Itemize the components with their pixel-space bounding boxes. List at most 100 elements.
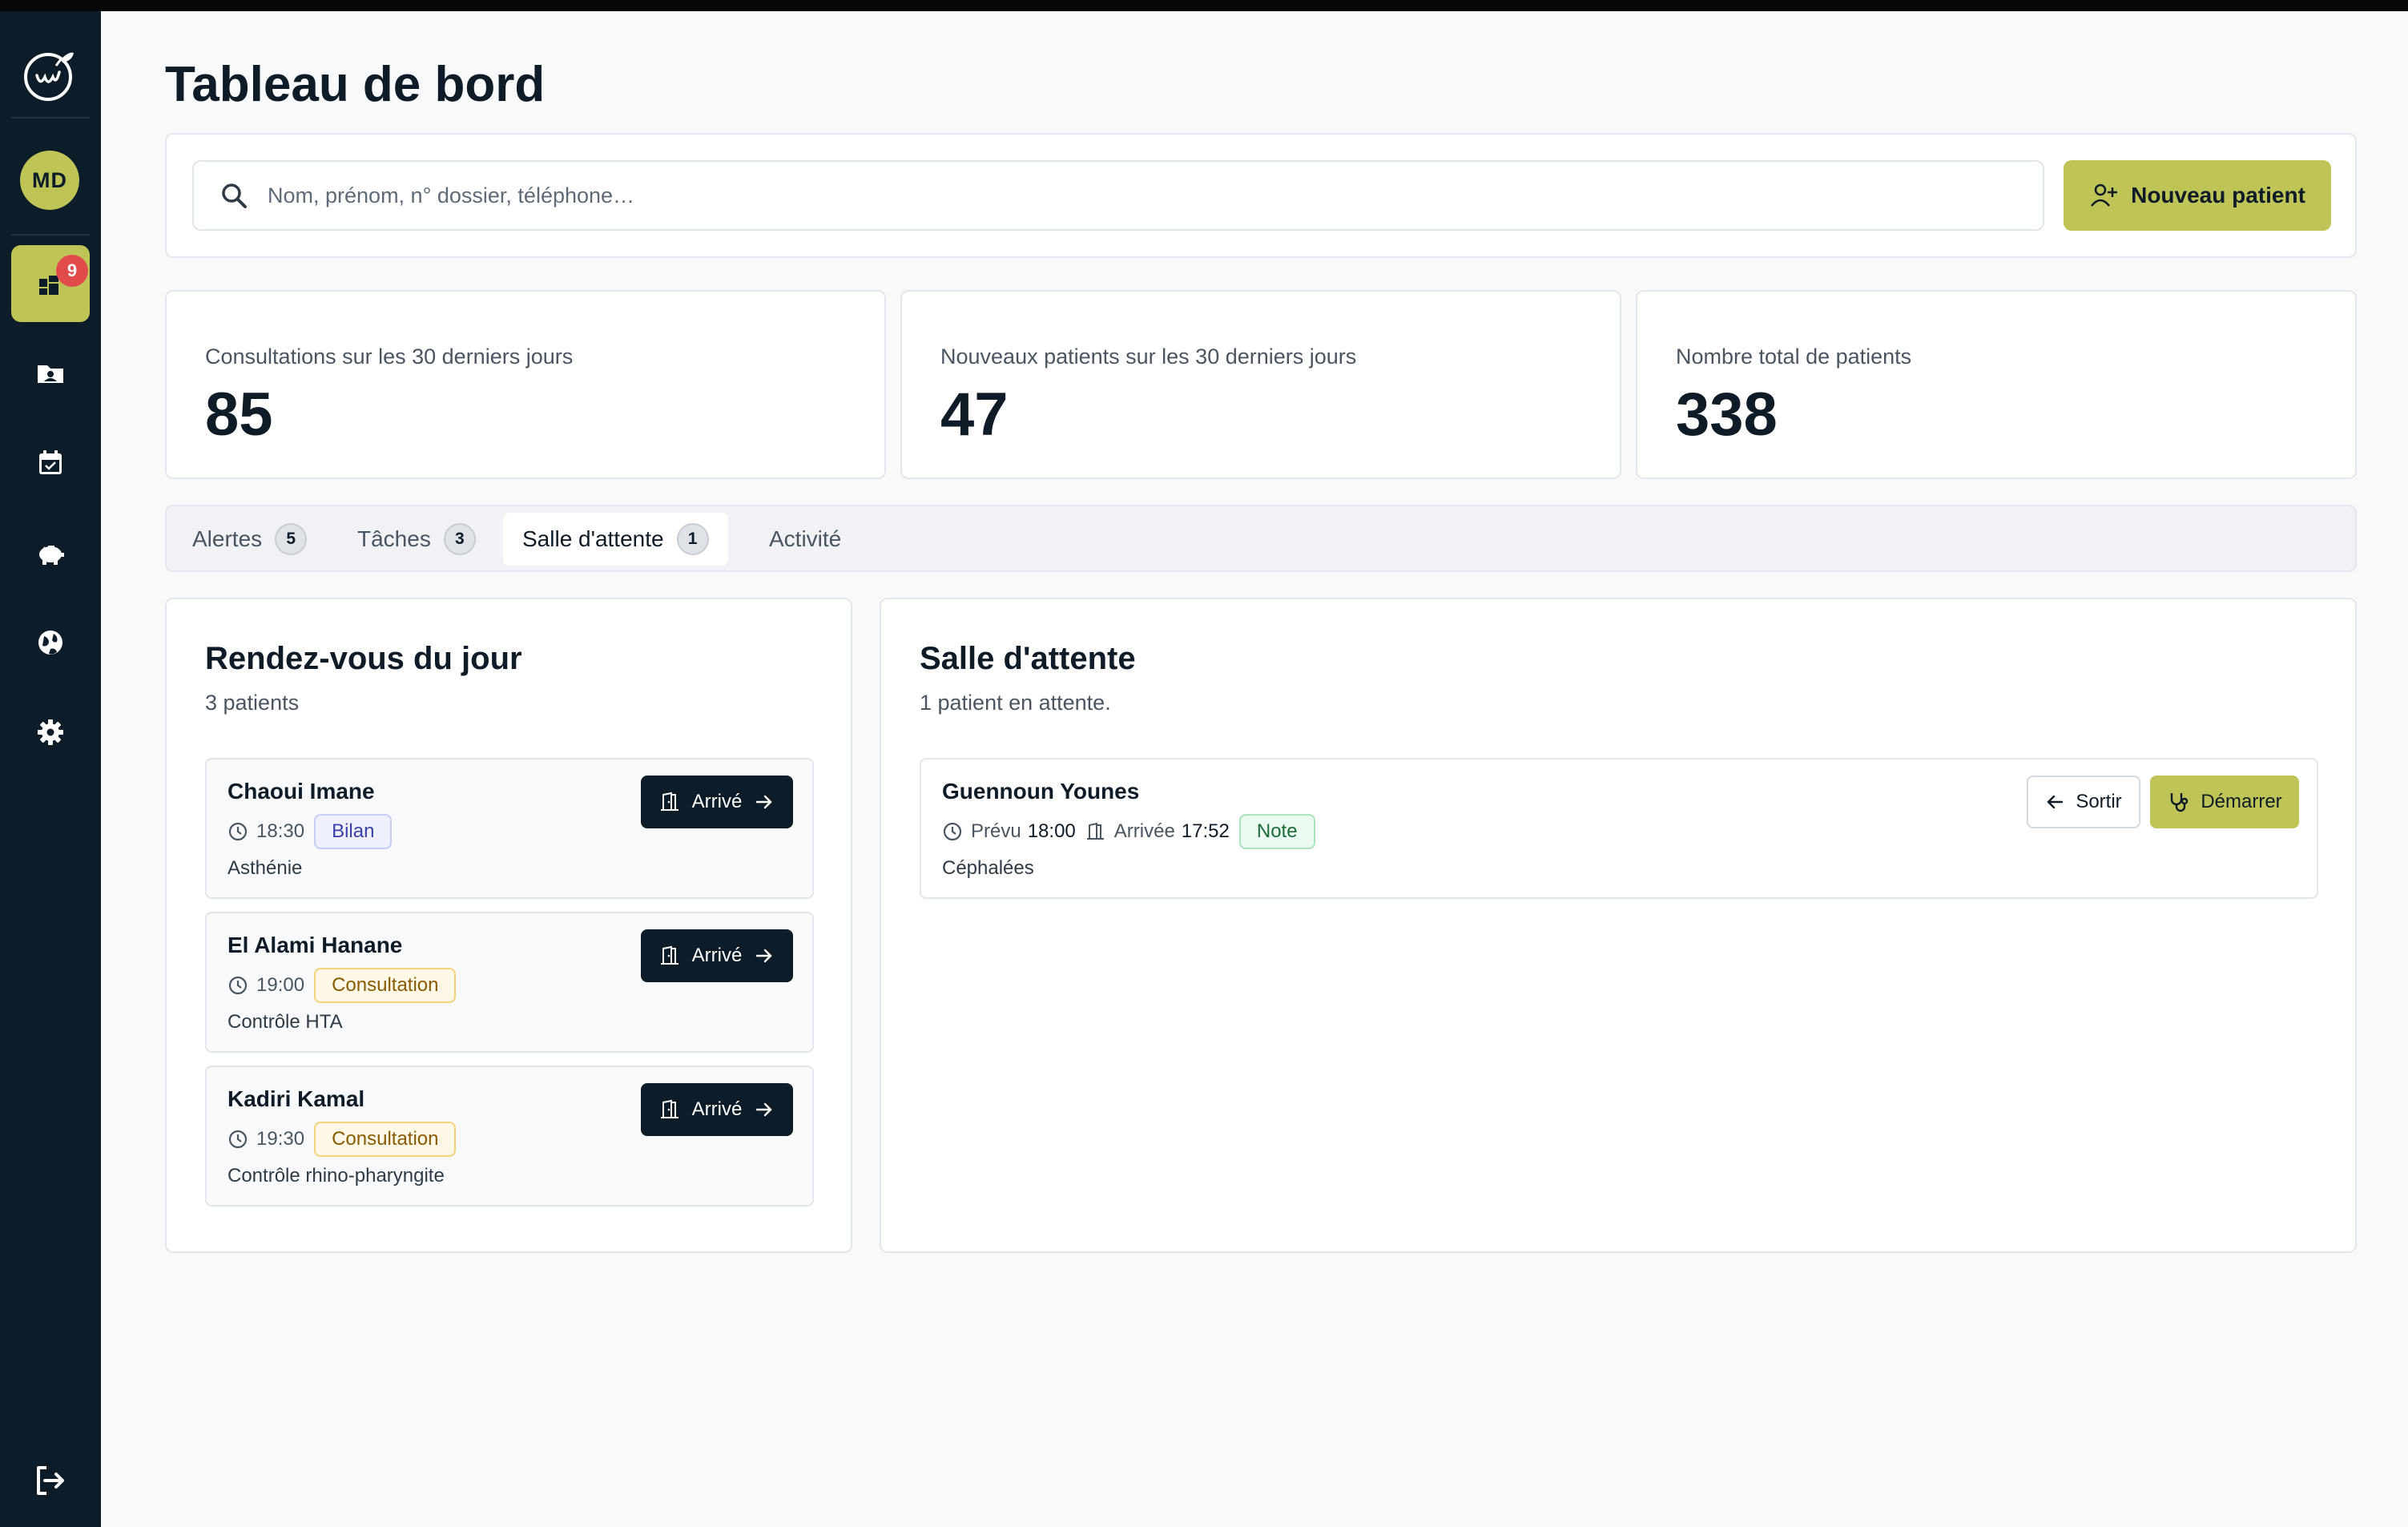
door-icon [1086,822,1104,840]
door-icon [660,792,679,811]
globe-icon [38,631,62,655]
main-content: Tableau de bord Nouveau patient Consulta… [101,11,2408,1527]
stat-label: Consultations sur les 30 derniers jours [205,344,574,369]
tab-label: Alertes [192,526,263,551]
arrive-label: Arrivé [691,1098,743,1120]
sidebar-item-dashboard[interactable]: 9 [11,245,90,322]
appointment-item[interactable]: Chaoui Imane 18:30 Bilan Asthénie Arrivé [205,758,814,899]
arrived-label: Arrivée [1113,820,1175,842]
appointment-meta: 18:30 Bilan [228,814,393,849]
tab-label: Tâches [357,526,431,551]
appointment-type-tag: Consultation [314,968,457,1003]
sidebar-divider [11,234,90,236]
tab-count: 3 [443,523,476,555]
stat-value: 47 [940,381,1009,449]
arrow-right-icon [756,949,773,963]
start-consultation-button[interactable]: Démarrer [2150,776,2299,828]
piggy-bank-icon [39,546,64,565]
clock-icon [228,976,248,995]
panel-title: Rendez-vous du jour [205,641,522,676]
start-label: Démarrer [2201,791,2282,812]
planned-label: Prévu [971,820,1021,842]
tab-count: 1 [676,523,709,555]
appointment-item[interactable]: Kadiri Kamal 19:30 Consultation Contrôle… [205,1066,814,1207]
sortir-label: Sortir [2076,791,2122,812]
door-icon [660,1099,679,1118]
page-title: Tableau de bord [165,57,546,112]
sidebar-item-finance[interactable] [11,514,90,591]
patient-name: Chaoui Imane [228,779,375,804]
app-logo[interactable] [18,42,82,106]
stat-card-consultations: Consultations sur les 30 derniers jours … [165,290,886,479]
panel-subtitle: 1 patient en attente. [920,691,1111,715]
appointment-time: 19:30 [256,1128,305,1150]
calendar-check-icon [39,450,62,474]
sidebar-item-patients[interactable] [11,335,90,412]
appointments-panel: Rendez-vous du jour 3 patients Chaoui Im… [165,598,852,1253]
tab-label: Activité [769,526,842,551]
search-box[interactable] [192,160,2044,231]
window-top-bar [0,0,2408,11]
logout-icon[interactable] [30,1461,69,1500]
stat-value: 338 [1676,381,1778,449]
stat-card-new-patients: Nouveaux patients sur les 30 derniers jo… [900,290,1621,479]
appointment-type-tag: Bilan [314,814,393,849]
patient-name: Kadiri Kamal [228,1086,365,1111]
appointment-reason: Asthénie [228,857,303,879]
arrow-right-icon [756,795,773,809]
appointment-meta: 19:30 Consultation [228,1122,457,1157]
appointment-reason: Contrôle HTA [228,1011,343,1033]
appointment-item[interactable]: El Alami Hanane 19:00 Consultation Contr… [205,912,814,1053]
patient-name: Guennoun Younes [942,779,1140,804]
waiting-meta: Prévu 18:00 Arrivée 17:52 Note [942,814,1315,849]
door-icon [660,945,679,965]
sidebar-item-calendar[interactable] [11,425,90,502]
sidebar-item-web[interactable] [11,604,90,681]
clock-icon [228,822,248,841]
arrive-button[interactable]: Arrivé [641,1083,793,1136]
arrive-button[interactable]: Arrivé [641,929,793,982]
waiting-room-panel: Salle d'attente 1 patient en attente. Gu… [880,598,2357,1253]
note-tag[interactable]: Note [1238,814,1315,849]
tab-label: Salle d'attente [522,526,664,551]
stat-label: Nombre total de patients [1676,344,1912,369]
clock-icon [943,822,962,841]
arrow-right-icon [756,1102,773,1117]
sidebar: MD 9 [0,11,101,1527]
new-patient-label: Nouveau patient [2131,183,2305,207]
search-input[interactable] [268,183,2030,208]
stat-label: Nouveaux patients sur les 30 derniers jo… [940,344,1357,369]
arrive-label: Arrivé [691,791,743,812]
logo-icon [24,52,74,101]
sidebar-item-settings[interactable] [11,694,90,771]
stat-value: 85 [205,381,273,449]
appointment-time: 18:30 [256,820,305,842]
waiting-patient-item[interactable]: Guennoun Younes Prévu 18:00 Arrivée 17:5… [920,758,2318,899]
notification-badge: 9 [56,255,88,287]
tab-taches[interactable]: Tâches 3 [338,513,495,566]
gear-icon [38,719,63,745]
sortir-button[interactable]: Sortir [2027,776,2140,828]
user-avatar[interactable]: MD [20,151,79,210]
tab-salle-attente[interactable]: Salle d'attente 1 [503,513,728,566]
clock-icon [228,1130,248,1149]
tab-count: 5 [275,523,308,555]
panel-title: Salle d'attente [920,641,1136,676]
arrive-button[interactable]: Arrivé [641,776,793,828]
tab-alertes[interactable]: Alertes 5 [173,513,326,566]
arrow-left-icon [2047,795,2064,809]
waiting-reason: Céphalées [942,857,1034,879]
search-card: Nouveau patient [165,133,2357,258]
appointment-reason: Contrôle rhino-pharyngite [228,1165,445,1187]
arrived-time: 17:52 [1181,820,1230,842]
appointment-time: 19:00 [256,974,305,996]
sidebar-divider [11,117,90,119]
stethoscope-icon [2171,793,2189,812]
appointment-meta: 19:00 Consultation [228,968,457,1003]
tab-bar: Alertes 5 Tâches 3 Salle d'attente 1 Act… [165,505,2357,572]
tab-activite[interactable]: Activité [750,513,860,566]
planned-time: 18:00 [1027,820,1076,842]
new-patient-button[interactable]: Nouveau patient [2064,160,2331,231]
arrive-label: Arrivé [691,945,743,966]
patient-name: El Alami Hanane [228,933,403,957]
